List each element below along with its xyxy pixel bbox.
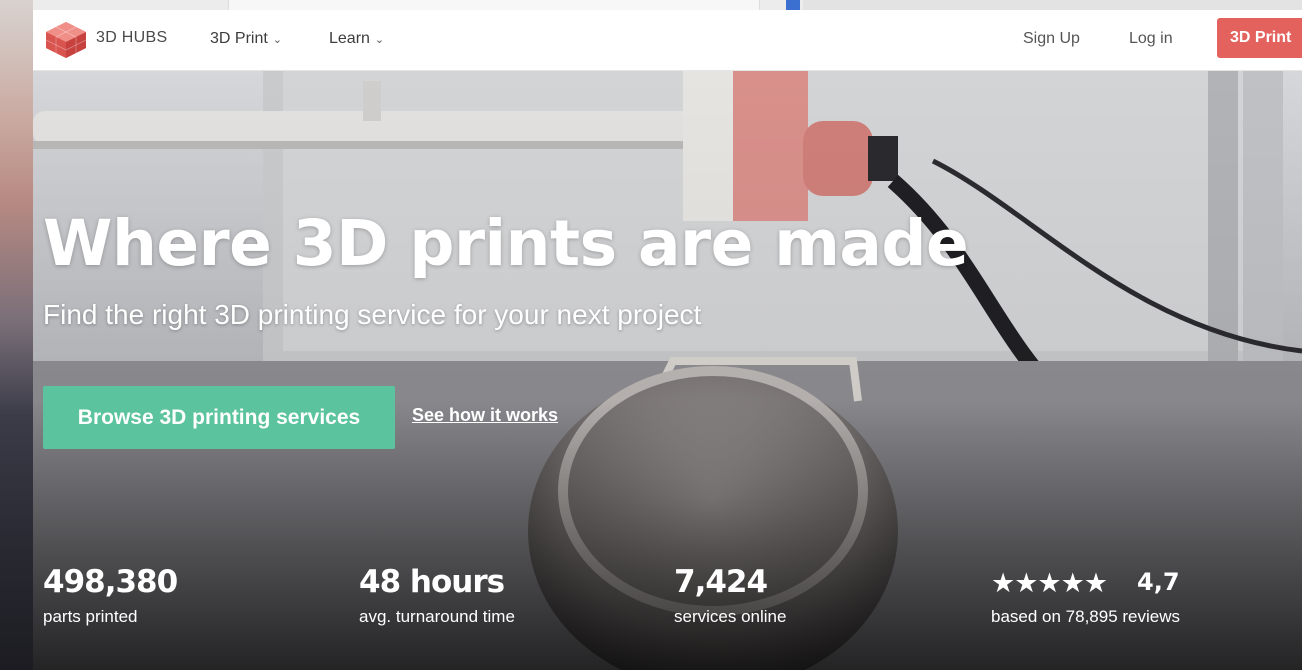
background-window-top bbox=[33, 0, 1302, 10]
hero-background-photo bbox=[33, 71, 1302, 670]
hero-subtitle: Find the right 3D printing service for y… bbox=[43, 299, 702, 330]
nav-item-learn[interactable]: Learn ⌄ bbox=[329, 30, 384, 48]
see-how-it-works-link[interactable]: See how it works bbox=[412, 405, 558, 426]
sign-up-link[interactable]: Sign Up bbox=[1023, 30, 1080, 48]
stat-turnaround-label: avg. turnaround time bbox=[359, 607, 515, 626]
background-window-left bbox=[0, 0, 33, 670]
background-accent bbox=[786, 0, 800, 10]
browse-services-button[interactable]: Browse 3D printing services bbox=[43, 386, 395, 449]
nav-item-label: 3D Print bbox=[210, 30, 268, 47]
background-tab bbox=[228, 0, 760, 10]
background-panel bbox=[803, 0, 1302, 10]
chevron-down-icon: ⌄ bbox=[374, 34, 385, 46]
stat-services-label: services online bbox=[674, 607, 787, 626]
hero-section: Where 3D prints are made Find the right … bbox=[33, 71, 1302, 670]
3d-print-cta-button[interactable]: 3D Print bbox=[1217, 18, 1302, 58]
nav-item-3d-print[interactable]: 3D Print ⌄ bbox=[210, 30, 282, 48]
nav-item-label: Learn bbox=[329, 30, 370, 47]
3d-hubs-logo-icon[interactable] bbox=[43, 20, 89, 60]
stat-parts-printed-label: parts printed bbox=[43, 607, 138, 626]
log-in-link[interactable]: Log in bbox=[1129, 30, 1173, 48]
reviews-label: based on 78,895 reviews bbox=[991, 607, 1181, 626]
chevron-down-icon: ⌄ bbox=[272, 34, 283, 46]
hero-title: Where 3D prints are made bbox=[43, 207, 969, 280]
rating-value: 4,7 bbox=[1137, 568, 1180, 596]
brand-name[interactable]: 3D HUBS bbox=[96, 29, 167, 47]
page: 3D HUBS 3D Print ⌄ Learn ⌄ Sign Up Log in … bbox=[33, 10, 1302, 670]
star-rating-icon: ★★★★★ bbox=[991, 568, 1108, 598]
stat-parts-printed-value: 498,380 bbox=[43, 564, 178, 600]
stat-services-value: 7,424 bbox=[674, 564, 768, 600]
top-nav: 3D HUBS 3D Print ⌄ Learn ⌄ Sign Up Log in … bbox=[33, 10, 1302, 71]
stat-turnaround-value: 48 hours bbox=[359, 564, 505, 600]
